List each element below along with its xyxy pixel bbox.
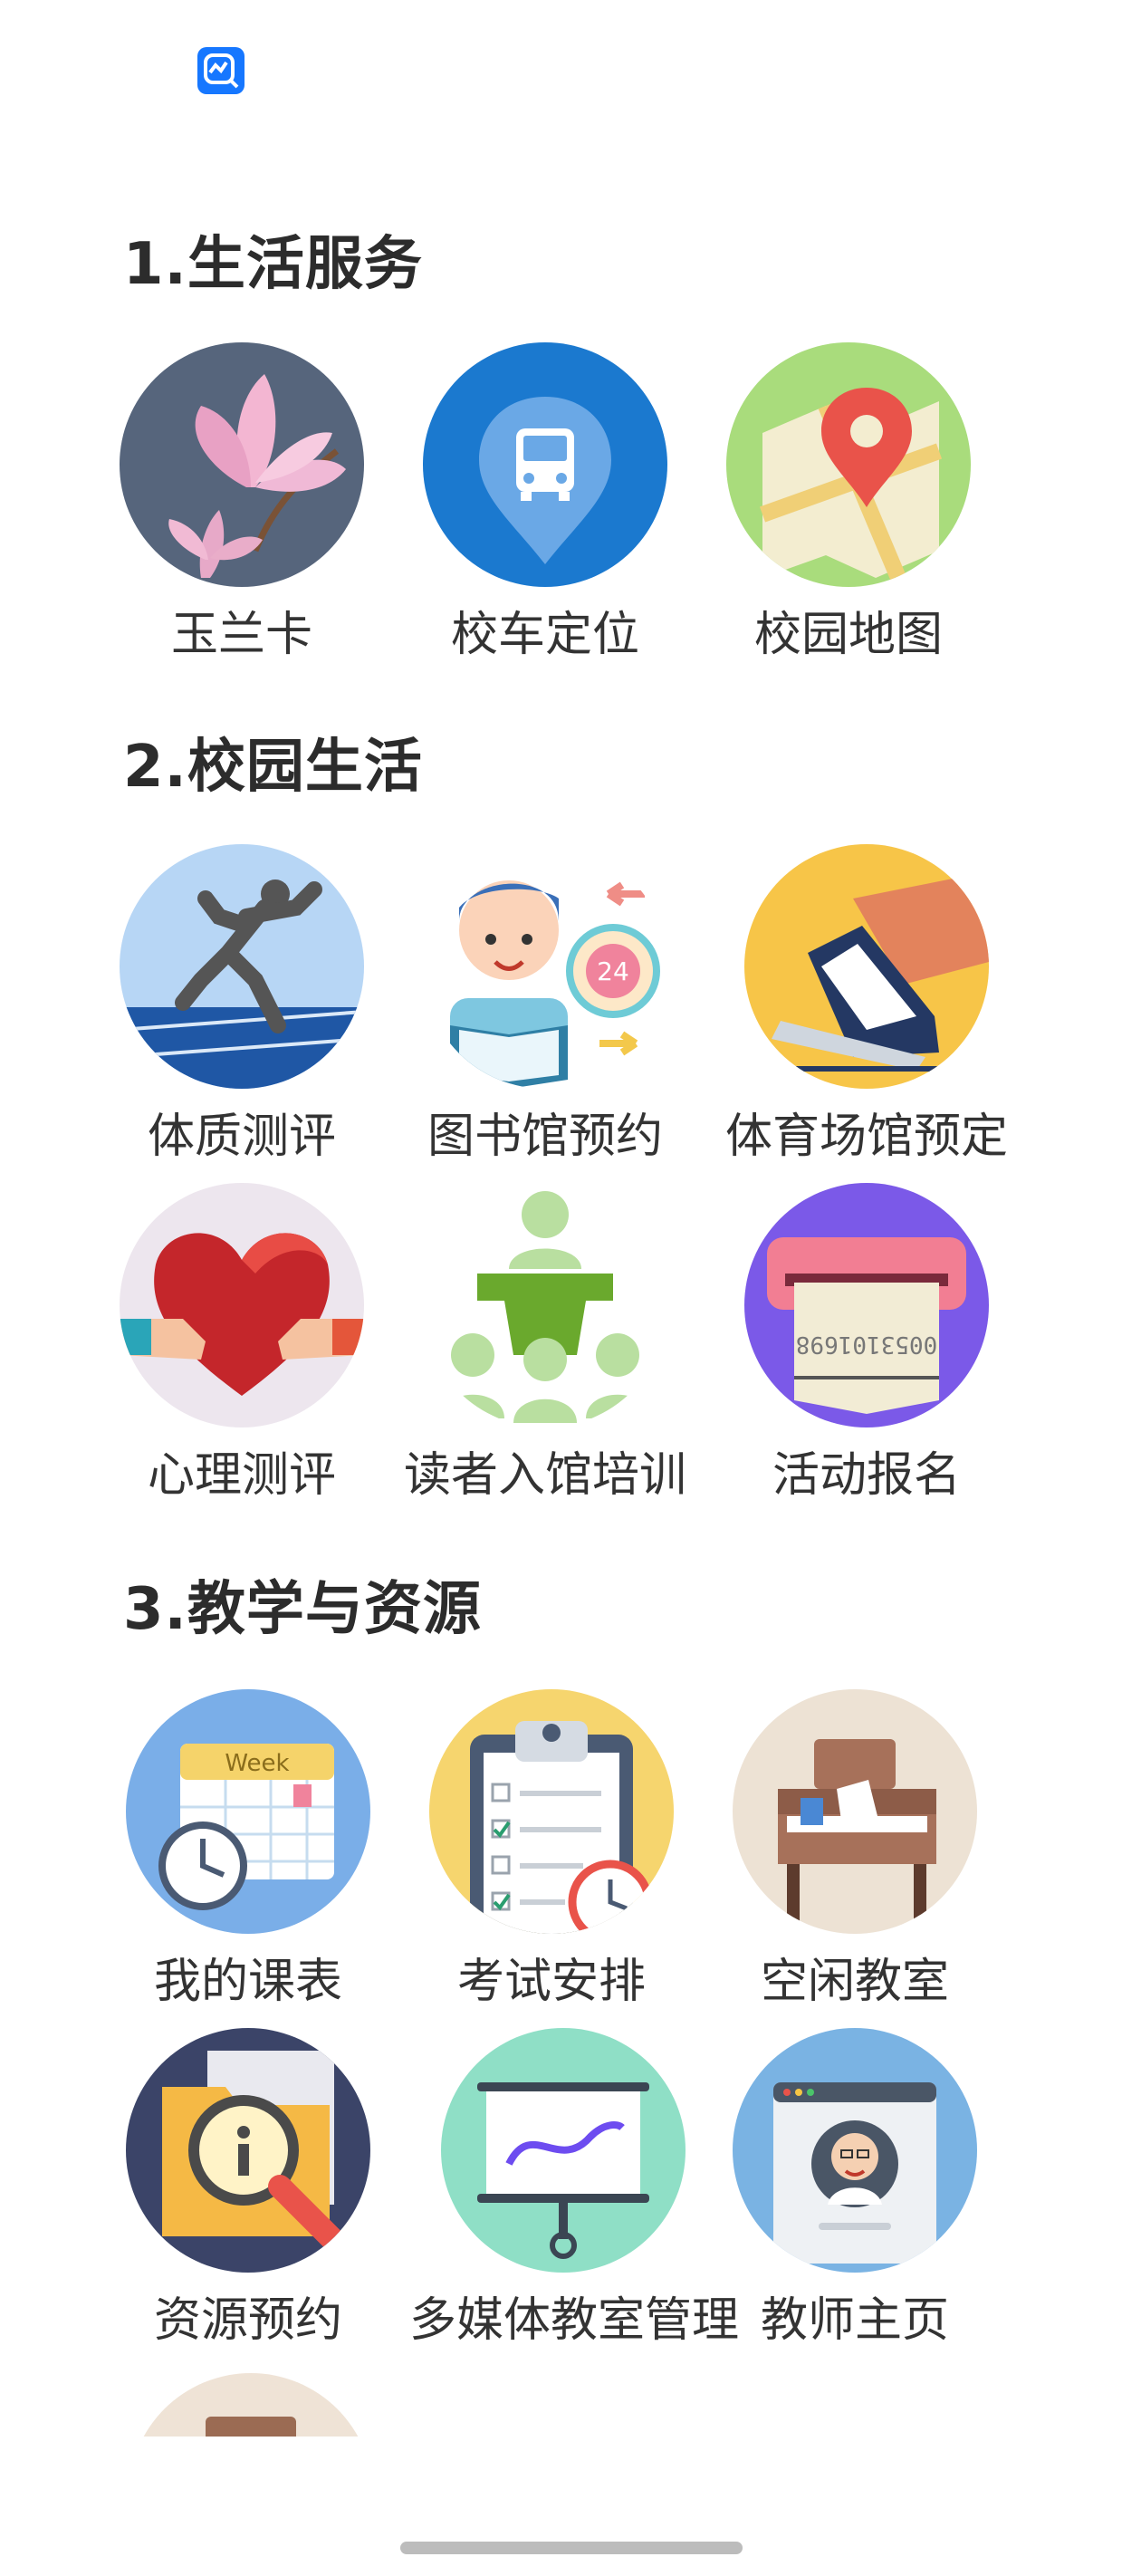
app-label: 图书馆预约 — [427, 1110, 663, 1164]
app-label: 玉兰卡 — [170, 608, 312, 662]
svg-text:24: 24 — [597, 956, 629, 986]
app-label: 校园地图 — [753, 608, 943, 662]
sneaker-icon — [744, 844, 989, 1089]
app-label: 教师主页 — [760, 2293, 949, 2348]
app-campus-map[interactable]: 校园地图 — [695, 342, 1002, 664]
section-title-life-services: 1.生活服务 — [123, 231, 423, 298]
ticket-number: 0053101698 — [796, 1331, 938, 1358]
app-label: 读者入馆培训 — [403, 1448, 686, 1503]
home-indicator-bar[interactable] — [400, 2542, 743, 2554]
app-library-booking[interactable]: 24 图书馆预约 — [391, 844, 699, 1166]
folder-magnifier-icon — [126, 2028, 370, 2273]
map-pin-icon — [726, 342, 971, 587]
app-label: 体育场馆预定 — [724, 1110, 1008, 1164]
section-title-campus-life: 2.校园生活 — [123, 734, 423, 801]
app-my-schedule[interactable]: Week 我的课表 — [94, 1689, 402, 2011]
app-label: 资源预约 — [153, 2293, 342, 2348]
presentation-board-icon — [441, 2028, 686, 2273]
app-label: 校车定位 — [450, 608, 639, 662]
app-teacher-homepage[interactable]: 教师主页 — [701, 2028, 1009, 2350]
app-label: 心理测评 — [147, 1448, 336, 1503]
clipboard-checklist-icon — [429, 1689, 674, 1934]
app-psychological-test[interactable]: 心理测评 — [88, 1183, 396, 1504]
app-event-signup[interactable]: 0053101698 活动报名 — [713, 1183, 1021, 1504]
calendar-clock-icon: Week — [126, 1689, 370, 1934]
ticket-printer-icon: 0053101698 — [744, 1183, 989, 1427]
app-stadium-booking[interactable]: 体育场馆预定 — [713, 844, 1021, 1166]
bus-location-pin-icon — [423, 342, 667, 587]
partial-app-icon[interactable] — [129, 2373, 373, 2437]
app-fitness-test[interactable]: 体质测评 — [88, 844, 396, 1166]
heart-hands-icon — [120, 1183, 364, 1427]
app-resource-booking[interactable]: 资源预约 — [94, 2028, 402, 2350]
app-label: 我的课表 — [153, 1955, 342, 2009]
teacher-profile-icon — [733, 2028, 977, 2273]
app-multimedia-classroom[interactable]: 多媒体教室管理 — [409, 2028, 740, 2350]
app-school-bus-location[interactable]: 校车定位 — [391, 342, 699, 664]
app-label: 多媒体教室管理 — [409, 2293, 740, 2348]
app-label: 活动报名 — [772, 1448, 961, 1503]
app-free-classroom[interactable]: 空闲教室 — [701, 1689, 1009, 2011]
training-group-icon — [423, 1183, 667, 1427]
app-label: 空闲教室 — [760, 1955, 949, 2009]
app-yulan-card[interactable]: 玉兰卡 — [88, 342, 396, 664]
magnolia-flower-icon — [120, 342, 364, 587]
app-label: 体质测评 — [147, 1110, 336, 1164]
runner-icon — [120, 844, 364, 1089]
section-title-teaching-resources: 3.教学与资源 — [123, 1576, 482, 1643]
reader-clock-icon: 24 — [423, 844, 667, 1089]
app-reader-training[interactable]: 读者入馆培训 — [391, 1183, 699, 1504]
status-bar-app-icon — [197, 47, 244, 94]
app-exam-schedule[interactable]: 考试安排 — [398, 1689, 705, 2011]
desk-chair-icon — [733, 1689, 977, 1934]
calendar-week-text: Week — [225, 1750, 289, 1777]
app-label: 考试安排 — [456, 1955, 646, 2009]
